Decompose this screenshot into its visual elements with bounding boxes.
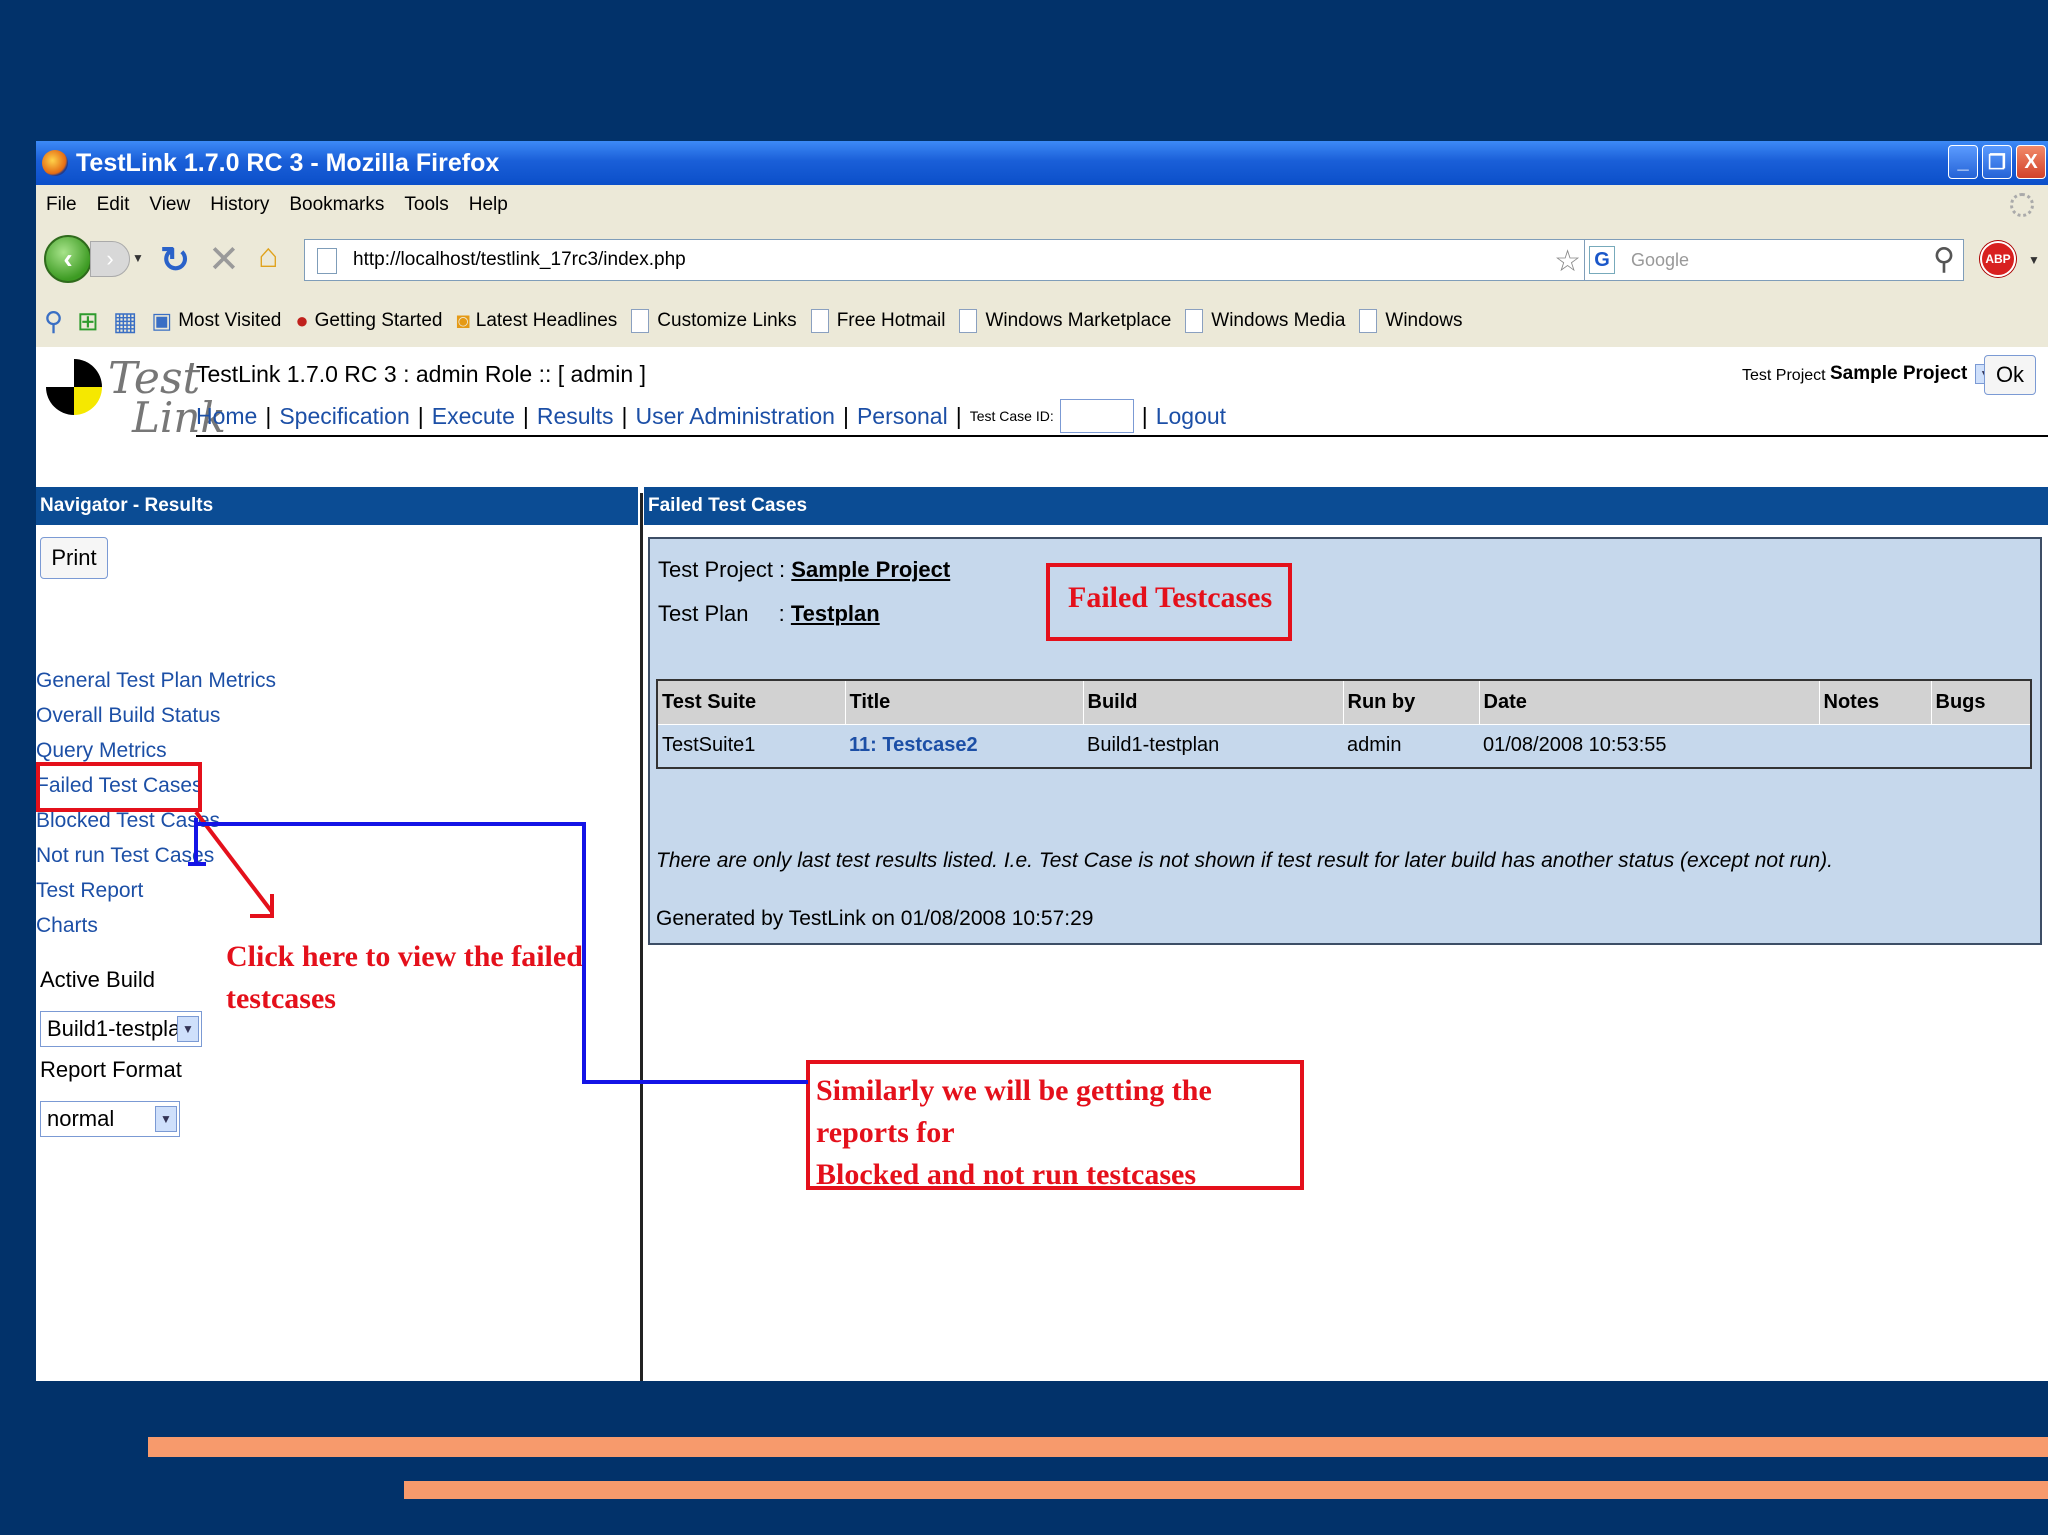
blue-connector-line [196,822,808,1084]
annotation-arrows [188,810,808,1084]
red-arrow-line [194,810,274,914]
